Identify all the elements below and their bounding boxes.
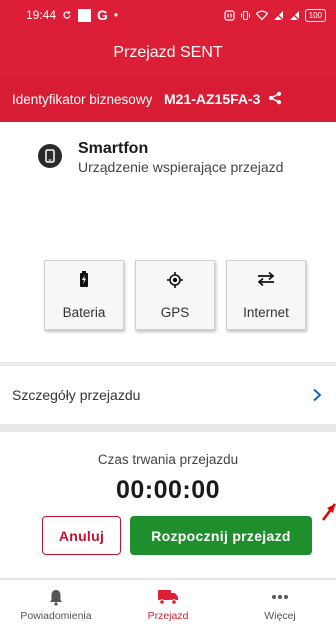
sync-icon: [63, 11, 71, 19]
nfc-icon: [224, 9, 235, 21]
signal-off-icon-2: [289, 10, 300, 20]
more-dots-icon: [271, 587, 289, 607]
home-indicator-area: [0, 629, 336, 634]
app-header: Przejazd SENT: [0, 30, 336, 76]
battery-indicator: 100: [304, 8, 326, 22]
status-bar: 19:44 G • 100: [0, 0, 336, 30]
page-title: Przejazd SENT: [113, 44, 223, 61]
nav-item-notifications[interactable]: Powiadomienia: [0, 580, 112, 629]
share-icon[interactable]: [268, 91, 282, 108]
business-id-bar: Identyfikator biznesowy M21-AZ15FA-3: [0, 76, 336, 122]
capability-label: GPS: [160, 305, 190, 320]
duration-label: Czas trwania przejazdu: [97, 452, 239, 467]
trip-details-row[interactable]: Szczegóły przejazdu: [0, 366, 336, 424]
business-id-value: M21-AZ15FA-3: [164, 91, 261, 107]
wifi-icon: [255, 10, 268, 20]
battery-icon: [80, 271, 88, 287]
device-subtitle: Urządzenie wspierające przejazd: [78, 159, 284, 175]
chevron-right-icon: [313, 388, 322, 402]
bell-icon: [49, 587, 63, 607]
device-title: Smartfon: [78, 140, 149, 157]
nav-item-more[interactable]: Więcej: [224, 580, 336, 629]
signal-off-icon: [273, 10, 284, 20]
status-dot: •: [113, 8, 119, 22]
nav-label: Przejazd: [147, 610, 189, 622]
vibrate-icon: [240, 10, 250, 20]
battery-capability-button[interactable]: Bateria: [44, 260, 124, 330]
trip-details-label: Szczegóły przejazdu: [12, 387, 141, 403]
start-trip-button[interactable]: Rozpocznij przejazd: [130, 516, 312, 555]
trip-timer: 00:00:00: [115, 476, 221, 504]
device-info: Smartfon Urządzenie wspierające przejazd: [38, 140, 283, 176]
bottom-navigation: Powiadomienia Przejazd Więcej: [0, 579, 336, 629]
smartphone-icon: [38, 144, 62, 168]
notification-square-icon: [78, 8, 92, 22]
gps-capability-button[interactable]: GPS: [135, 260, 215, 330]
internet-capability-button[interactable]: Internet: [226, 260, 306, 330]
truck-icon: [157, 587, 179, 607]
capability-label: Bateria: [62, 305, 106, 320]
nav-label: Powiadomienia: [20, 610, 92, 622]
nav-label: Więcej: [264, 610, 296, 622]
capability-buttons: Bateria GPS Internet: [44, 260, 306, 330]
g-icon: G: [97, 7, 108, 23]
capability-label: Internet: [243, 305, 289, 320]
annotation-arrow-icon: [322, 503, 336, 521]
status-time: 19:44: [26, 8, 57, 22]
transfer-arrows-icon: [257, 271, 275, 287]
business-id-label: Identyfikator biznesowy: [12, 91, 153, 107]
device-panel: Smartfon Urządzenie wspierające przejazd…: [0, 122, 336, 362]
trip-control-panel: Czas trwania przejazdu 00:00:00 Anuluj R…: [0, 432, 336, 578]
cancel-button[interactable]: Anuluj: [42, 516, 121, 555]
nav-item-trip[interactable]: Przejazd: [112, 580, 224, 629]
gps-icon: [167, 272, 183, 288]
